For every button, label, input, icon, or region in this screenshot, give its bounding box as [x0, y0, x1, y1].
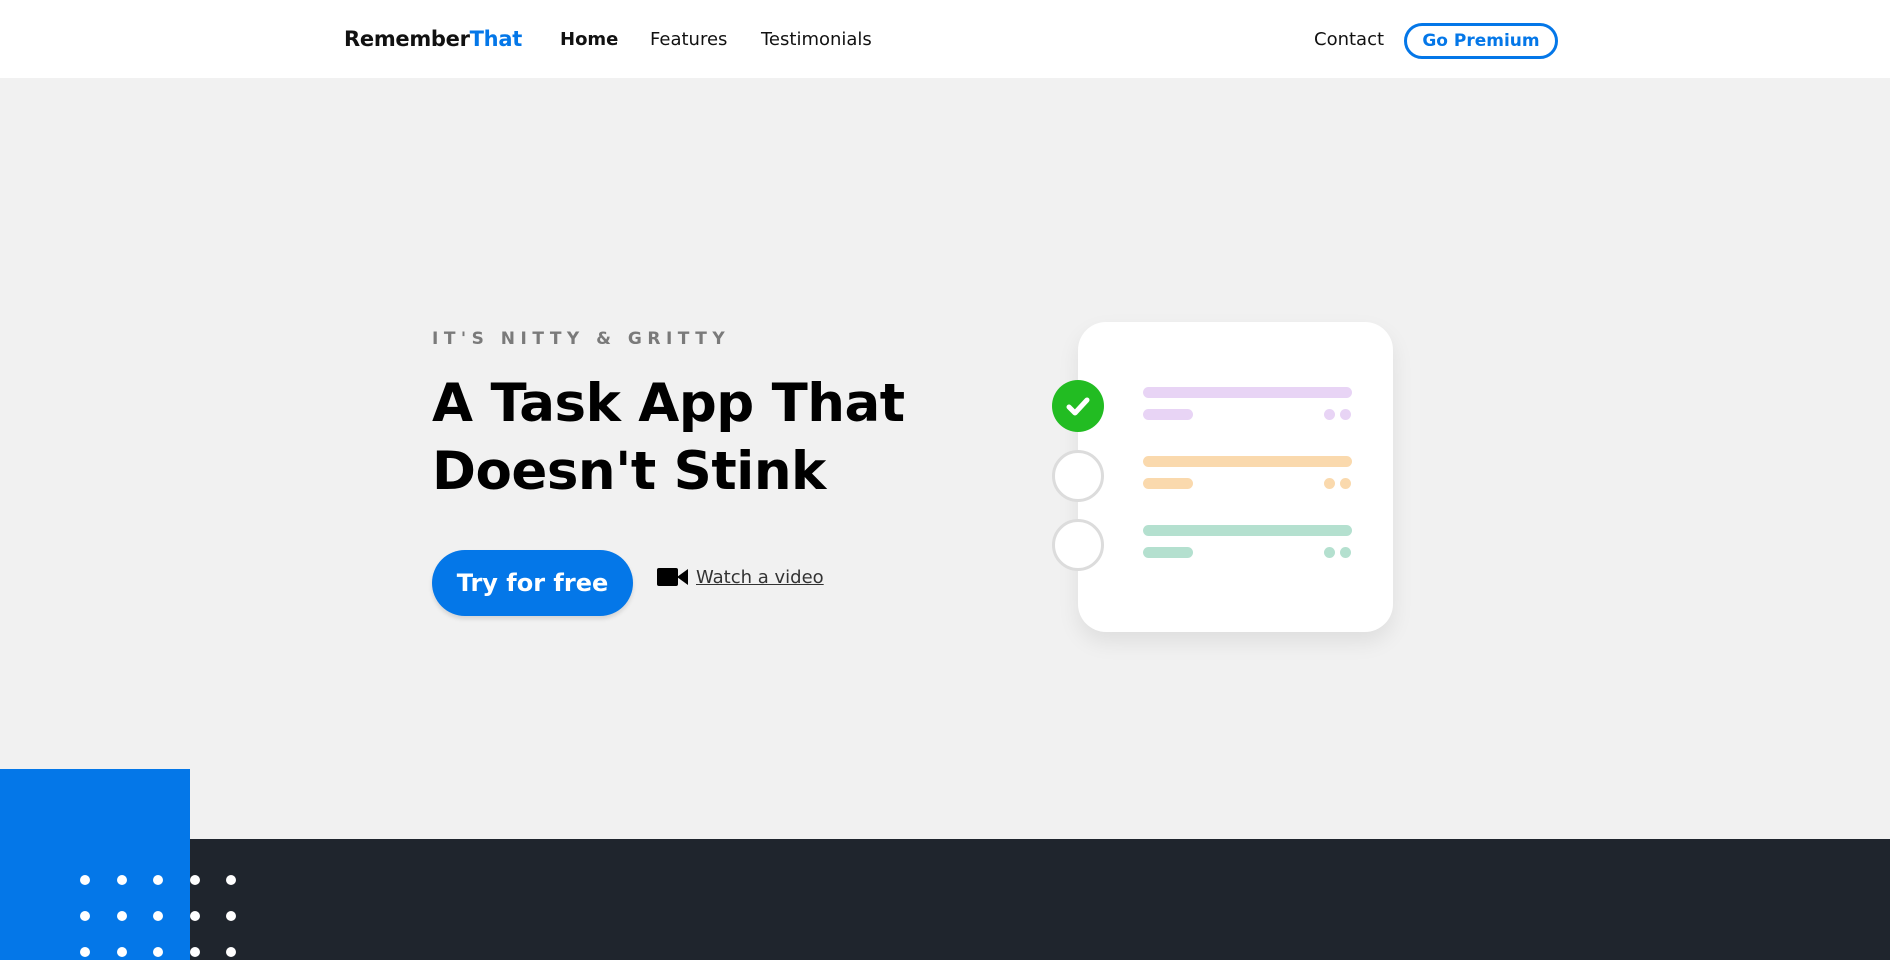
checkmark-icon	[1066, 397, 1090, 416]
dark-section-band	[0, 839, 1890, 960]
task-3-line-long	[1143, 525, 1352, 536]
try-for-free-button[interactable]: Try for free	[432, 550, 633, 616]
hero-headline: A Task App That Doesn't Stink	[432, 370, 952, 506]
watch-video-label: Watch a video	[696, 566, 824, 588]
task-card-illustration	[1078, 322, 1393, 632]
task-1-dot	[1324, 409, 1335, 420]
nav-link-contact[interactable]: Contact	[1314, 29, 1384, 50]
task-3-dot	[1340, 547, 1351, 558]
nav-link-home[interactable]: Home	[560, 29, 618, 50]
task-checked-circle	[1052, 380, 1104, 432]
logo-text-remember: Remember	[344, 27, 470, 51]
top-navbar: RememberThat Home Features Testimonials …	[0, 0, 1890, 78]
task-2-dot	[1324, 478, 1335, 489]
nav-link-features[interactable]: Features	[650, 29, 727, 50]
watch-video-link[interactable]: Watch a video	[657, 566, 824, 588]
headline-line-2: Doesn't Stink	[432, 441, 826, 502]
task-unchecked-circle	[1052, 450, 1104, 502]
logo-text-that: That	[469, 27, 523, 51]
brand-logo[interactable]: RememberThat	[344, 27, 522, 51]
dot-grid-decoration	[80, 875, 236, 957]
headline-line-1: A Task App That	[432, 373, 905, 434]
task-1-dot	[1340, 409, 1351, 420]
hero-eyebrow: IT'S NITTY & GRITTY	[432, 329, 731, 349]
task-1-line-long	[1143, 387, 1352, 398]
task-2-dot	[1340, 478, 1351, 489]
video-camera-icon	[657, 568, 688, 586]
task-unchecked-circle	[1052, 519, 1104, 571]
task-2-line-long	[1143, 456, 1352, 467]
nav-link-testimonials[interactable]: Testimonials	[761, 29, 872, 50]
task-3-line-short	[1143, 547, 1193, 558]
task-3-dot	[1324, 547, 1335, 558]
task-2-line-short	[1143, 478, 1193, 489]
task-1-line-short	[1143, 409, 1193, 420]
go-premium-button[interactable]: Go Premium	[1404, 23, 1558, 59]
